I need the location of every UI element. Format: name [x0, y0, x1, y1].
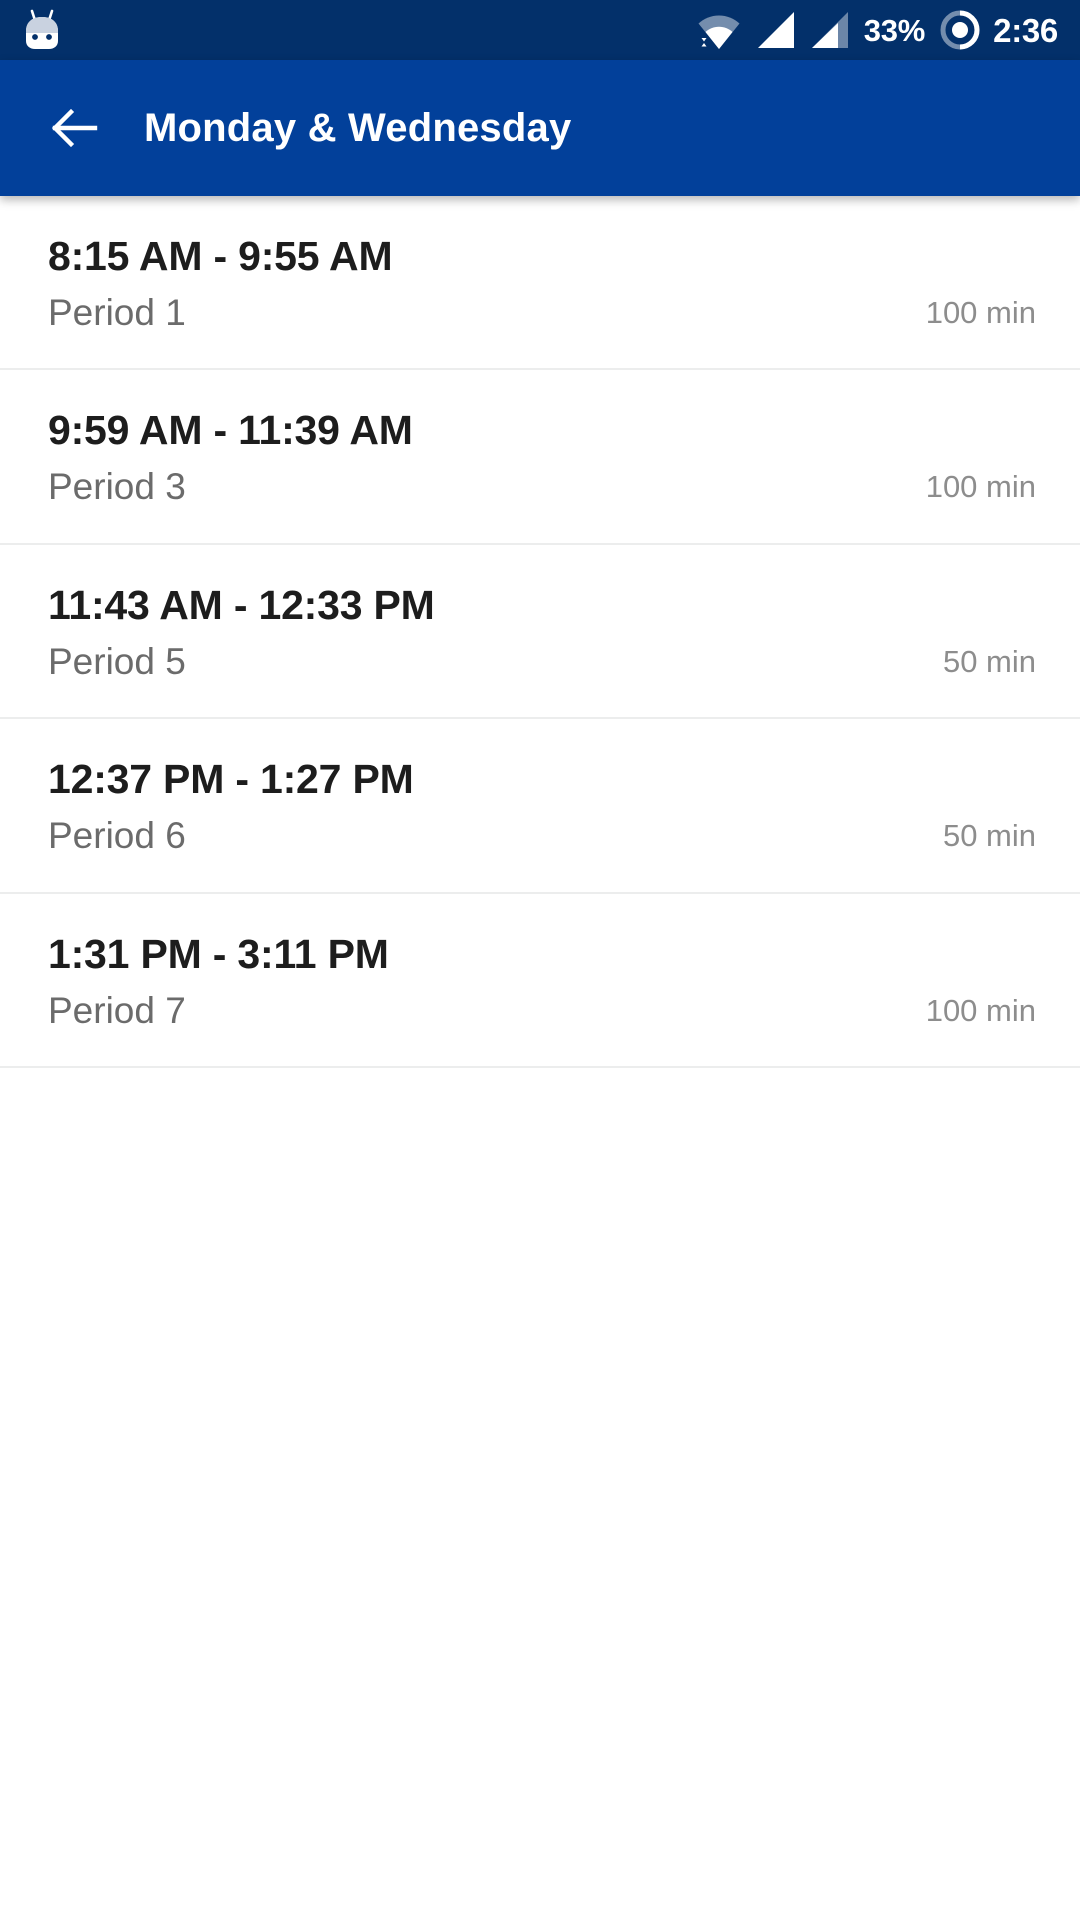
- period-time-range: 1:31 PM - 3:11 PM: [48, 930, 389, 977]
- period-details: Period 7 100 min: [48, 990, 1036, 1033]
- status-bar-notifications: [20, 9, 64, 51]
- period-duration: 100 min: [925, 294, 1036, 330]
- period-time-range: 8:15 AM - 9:55 AM: [48, 233, 393, 279]
- wifi-icon: [696, 10, 742, 50]
- page-title: Monday & Wednesday: [144, 105, 572, 150]
- period-label: Period 5: [48, 640, 186, 682]
- status-bar: 33% 2:36: [0, 0, 1080, 60]
- battery-percent-label: 33%: [863, 12, 926, 48]
- signal-bars-icon: [756, 10, 796, 50]
- android-mascot-icon: [20, 9, 64, 51]
- schedule-list-item[interactable]: 11:43 AM - 12:33 PM Period 5 50 min: [0, 544, 1080, 720]
- back-button[interactable]: [46, 99, 104, 157]
- period-duration: 50 min: [942, 818, 1036, 854]
- signal-bars-icon: [810, 10, 850, 50]
- period-duration: 50 min: [942, 643, 1036, 679]
- schedule-list-item[interactable]: 9:59 AM - 11:39 AM Period 3 100 min: [0, 370, 1080, 545]
- schedule-list: 8:15 AM - 9:55 AM Period 1 100 min 9:59 …: [0, 196, 1080, 1069]
- period-label: Period 6: [48, 815, 186, 857]
- schedule-list-item[interactable]: 8:15 AM - 9:55 AM Period 1 100 min: [0, 196, 1080, 371]
- period-label: Period 3: [48, 466, 186, 508]
- schedule-list-item[interactable]: 12:37 PM - 1:27 PM Period 6 50 min: [0, 719, 1080, 894]
- period-duration: 100 min: [925, 992, 1036, 1028]
- app-bar: Monday & Wednesday: [0, 60, 1080, 196]
- schedule-list-item[interactable]: 1:31 PM - 3:11 PM Period 7 100 min: [0, 893, 1080, 1069]
- status-bar-indicators: 33% 2:36: [696, 9, 1058, 51]
- period-time-range: 11:43 AM - 12:33 PM: [48, 581, 435, 628]
- period-label: Period 7: [48, 989, 186, 1031]
- status-bar-clock: 2:36: [993, 11, 1058, 49]
- period-duration: 100 min: [925, 469, 1036, 505]
- arrow-left-icon: [49, 102, 101, 154]
- period-details: Period 1 100 min: [48, 292, 1036, 335]
- period-time-range: 12:37 PM - 1:27 PM: [48, 756, 414, 803]
- period-label: Period 1: [48, 291, 186, 333]
- period-details: Period 3 100 min: [48, 466, 1036, 509]
- battery-circle-icon: [939, 9, 981, 51]
- period-details: Period 6 50 min: [48, 815, 1036, 858]
- period-time-range: 9:59 AM - 11:39 AM: [48, 407, 413, 454]
- period-details: Period 5 50 min: [48, 641, 1036, 684]
